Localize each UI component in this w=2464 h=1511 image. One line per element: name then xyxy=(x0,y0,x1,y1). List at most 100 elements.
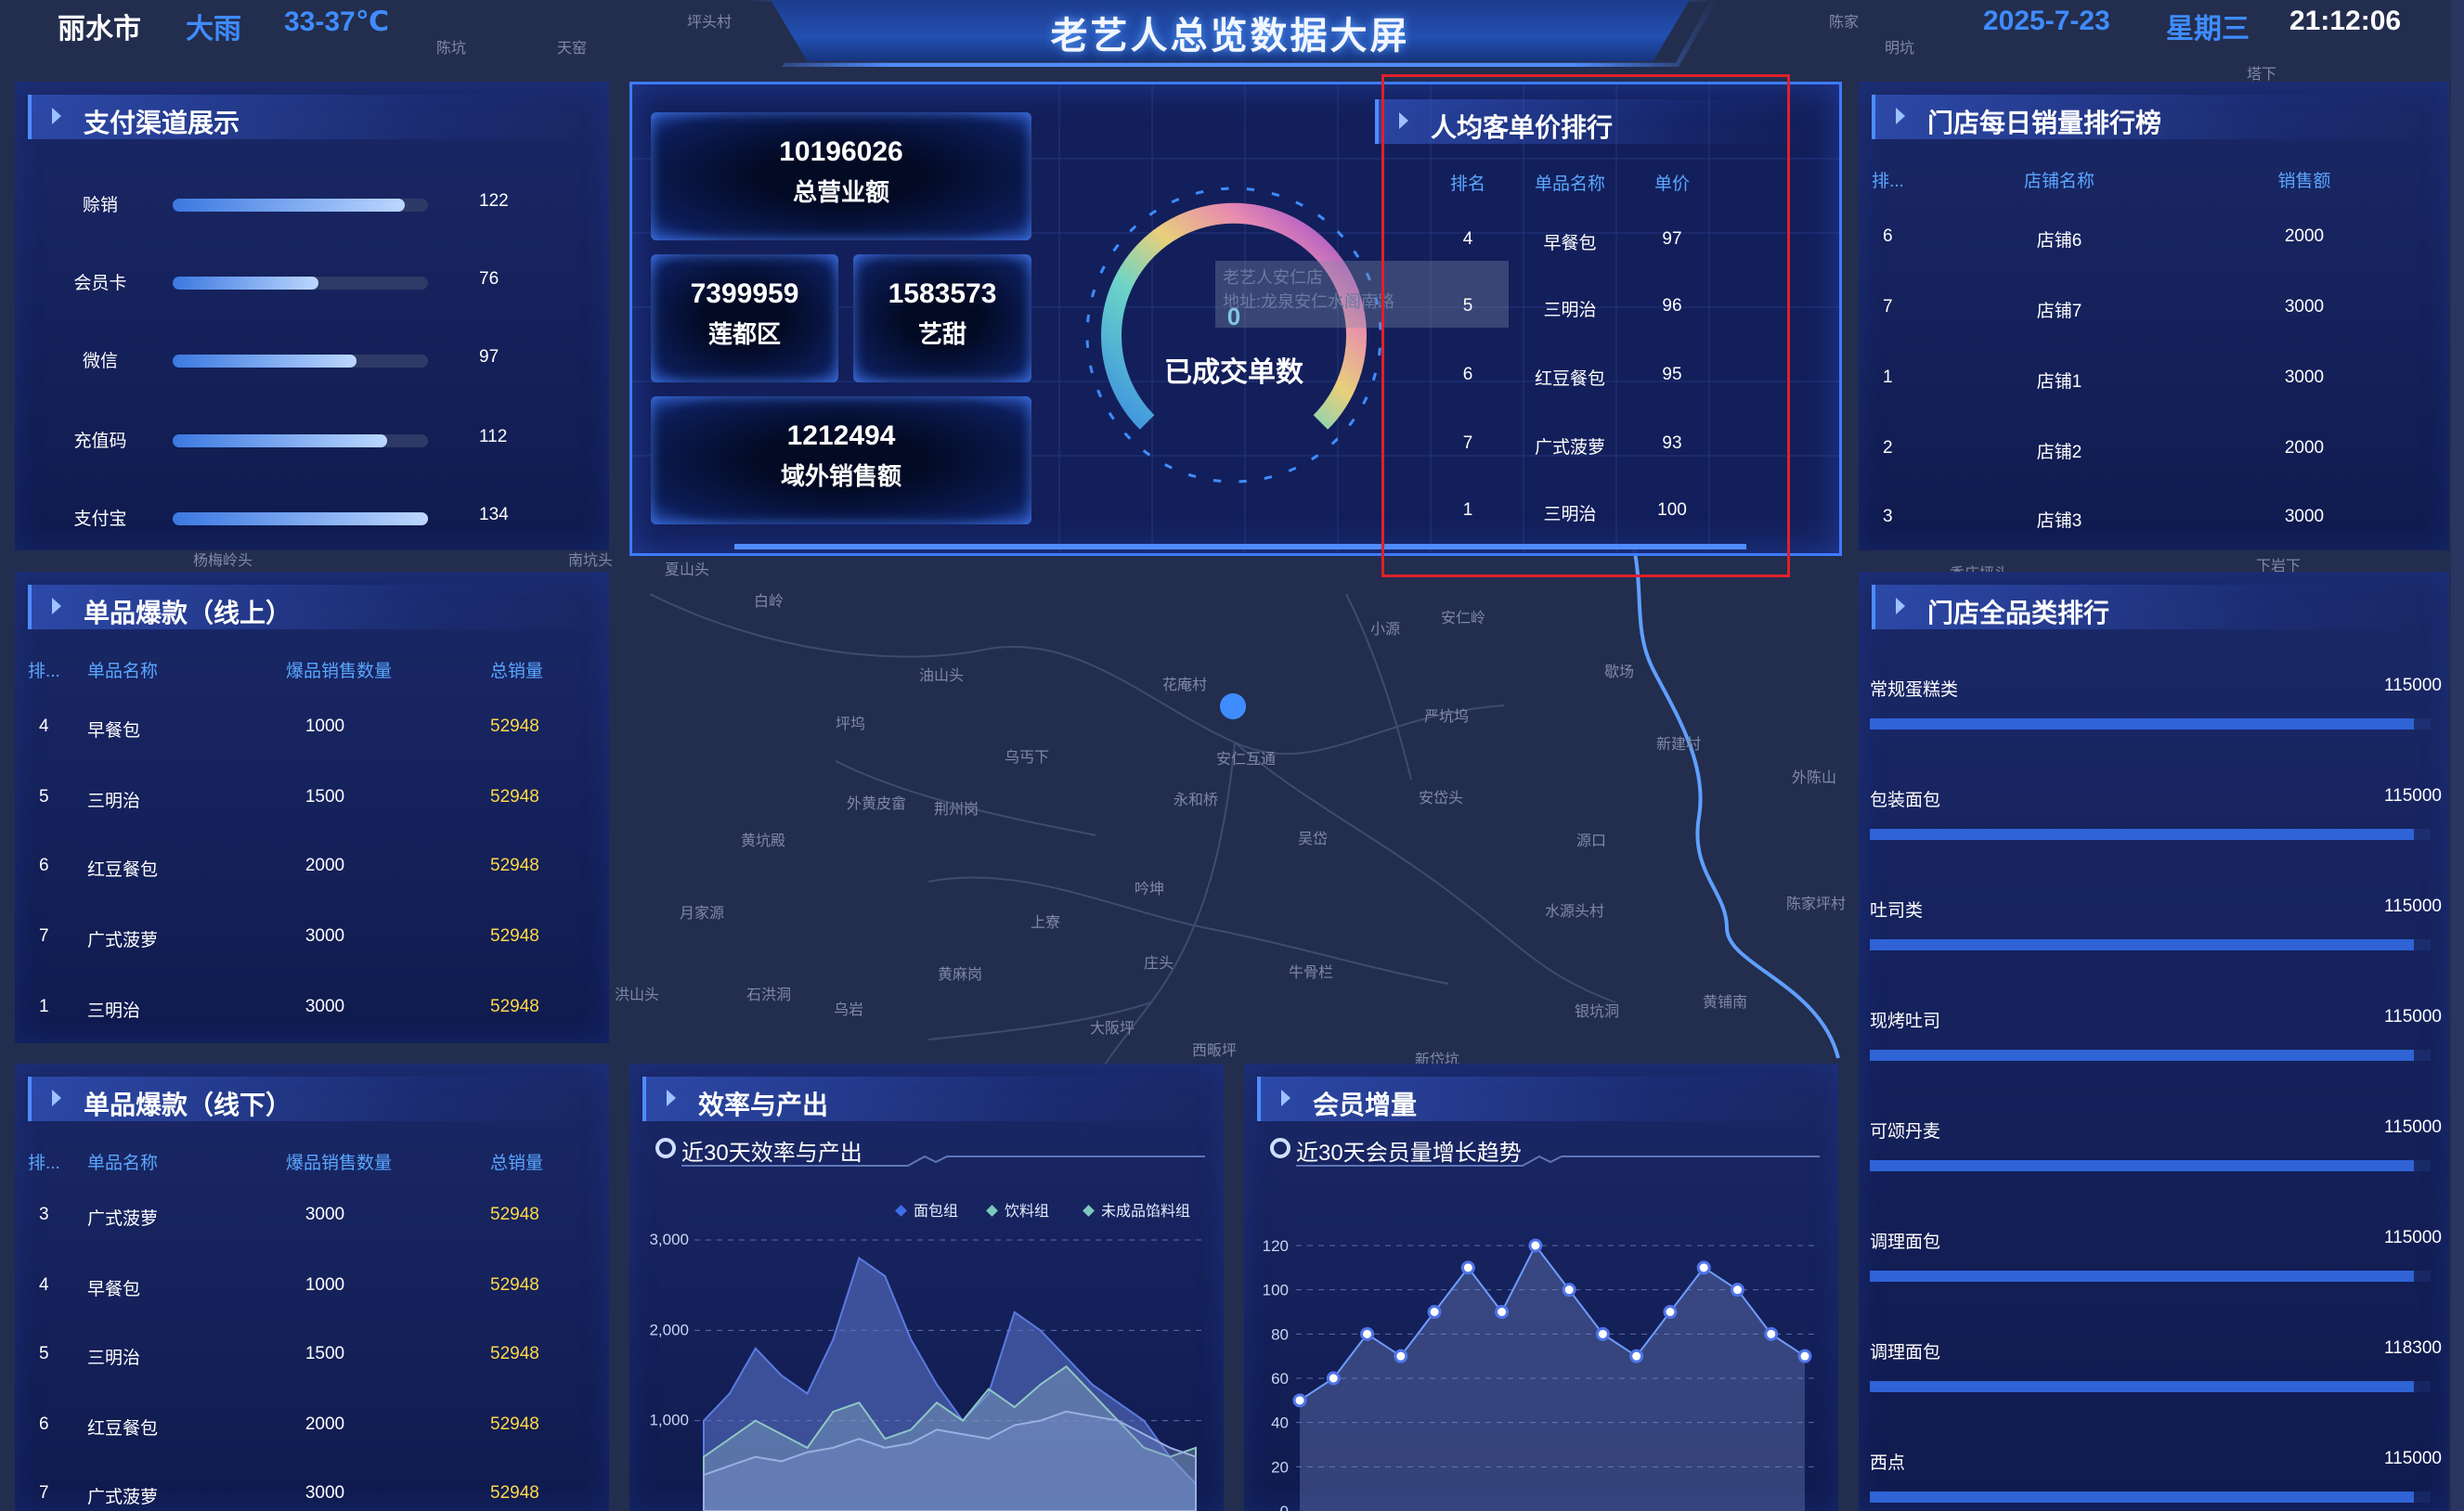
data-point[interactable] xyxy=(1495,1305,1510,1319)
member-chart[interactable]: 0 20 40 60 80 100 120 xyxy=(1244,1064,1838,1511)
y-tick-label: 120 xyxy=(1263,1237,1289,1255)
table-row[interactable]: 6 红豆餐包 2000 52948 xyxy=(15,856,609,884)
payment-row[interactable]: 充值码 112 xyxy=(15,427,609,455)
table-row[interactable]: 1 店铺1 3000 xyxy=(1859,368,2449,395)
table-header-cell[interactable]: 总销量 xyxy=(490,657,543,682)
map-label: 月家源 xyxy=(680,906,725,922)
kpi-overseas[interactable]: 1212494 域外销售额 xyxy=(651,396,1031,524)
category-name: 常规蛋糕类 xyxy=(1870,680,1959,700)
map-label: 荆州岗 xyxy=(934,802,979,818)
table-cell: 3000 xyxy=(305,926,345,946)
map-label: 黄麻岗 xyxy=(938,967,983,983)
data-point[interactable] xyxy=(1460,1260,1475,1275)
kpi-value: 10196026 xyxy=(779,136,903,167)
table-cell: 1500 xyxy=(305,1344,345,1363)
payment-row[interactable]: 微信 97 xyxy=(15,347,609,375)
y-tick-label: 3,000 xyxy=(649,1231,689,1248)
caret-right-icon xyxy=(52,108,61,124)
table-cell: 广式菠萝 xyxy=(87,931,159,950)
data-point[interactable] xyxy=(1394,1349,1408,1363)
table-row[interactable]: 4 早餐包 1000 52948 xyxy=(15,1275,609,1303)
data-point[interactable] xyxy=(1764,1326,1779,1341)
payment-bar-fill xyxy=(173,355,357,368)
data-point[interactable] xyxy=(1427,1305,1442,1319)
table-row[interactable]: 7 广式菠萝 3000 52948 xyxy=(15,1483,609,1511)
data-point[interactable] xyxy=(1292,1393,1307,1408)
map-label: 坪坞 xyxy=(836,717,866,732)
table-header-cell[interactable]: 销售额 xyxy=(2258,167,2351,192)
category-bar-fill xyxy=(1870,939,2414,950)
table-cell: 52948 xyxy=(490,1344,539,1363)
table-row[interactable]: 7 广式菠萝 3000 52948 xyxy=(15,926,609,954)
category-value: 115000 xyxy=(2384,786,2442,806)
table-cell: 52948 xyxy=(490,787,539,807)
y-tick-label: 20 xyxy=(1271,1458,1289,1476)
map-label: 安仁岭 xyxy=(1441,611,1486,626)
table-header-cell[interactable]: 排... xyxy=(28,657,60,682)
legend-label[interactable]: 饮料组 xyxy=(1005,1203,1049,1220)
table-row[interactable]: 3 店铺3 3000 xyxy=(1859,507,2449,535)
category-bar-track[interactable] xyxy=(1870,939,2431,950)
table-row[interactable]: 5 三明治 1500 52948 xyxy=(15,1344,609,1372)
category-bar-track[interactable] xyxy=(1870,1271,2431,1282)
map-label: 杨梅岭头 xyxy=(193,553,253,569)
table-cell: 52948 xyxy=(490,1205,539,1224)
deal-count-gauge[interactable] xyxy=(1076,177,1392,493)
data-point[interactable] xyxy=(1663,1305,1678,1319)
table-header-cell[interactable]: 排... xyxy=(28,1149,60,1174)
table-row[interactable]: 7 店铺7 3000 xyxy=(1859,297,2449,325)
table-header-cell[interactable]: 单品名称 xyxy=(87,1149,158,1174)
table-row[interactable]: 3 广式菠萝 3000 52948 xyxy=(15,1205,609,1233)
category-value: 115000 xyxy=(2384,1117,2442,1137)
data-point[interactable] xyxy=(1696,1260,1711,1275)
data-point[interactable] xyxy=(1629,1349,1644,1363)
panel-header: 门店全品类排行 xyxy=(1872,585,2436,629)
data-point[interactable] xyxy=(1360,1326,1375,1341)
category-bar-track[interactable] xyxy=(1870,718,2431,730)
data-point[interactable] xyxy=(1562,1283,1576,1298)
category-bar-track[interactable] xyxy=(1870,1160,2431,1171)
table-row[interactable]: 1 三明治 3000 52948 xyxy=(15,997,609,1025)
kpi-liandu[interactable]: 7399959 莲都区 xyxy=(651,254,838,382)
table-header-cell[interactable]: 排... xyxy=(1872,167,1904,192)
payment-row[interactable]: 支付宝 134 xyxy=(15,505,609,533)
map-label: 小源 xyxy=(1370,622,1401,638)
payment-row[interactable]: 赊销 122 xyxy=(15,191,609,219)
map-label: 水源头村 xyxy=(1545,904,1605,920)
table-row[interactable]: 6 店铺6 2000 xyxy=(1859,226,2449,254)
panel-title: 单品爆款（线上） xyxy=(84,599,292,627)
table-cell: 3000 xyxy=(2284,297,2325,316)
table-cell: 店铺2 xyxy=(2036,443,2082,462)
efficiency-chart[interactable]: 1,000 2,000 3,000 面包组 饮料组 未成品馅料组 xyxy=(629,1064,1224,1511)
data-point[interactable] xyxy=(1326,1371,1341,1386)
payment-bar-track xyxy=(173,512,428,525)
category-bar-track[interactable] xyxy=(1870,1381,2431,1392)
table-header-cell[interactable]: 总销量 xyxy=(490,1149,543,1174)
kpi-yitian[interactable]: 1583573 艺甜 xyxy=(853,254,1031,382)
table-row[interactable]: 4 早餐包 1000 52948 xyxy=(15,717,609,744)
table-row[interactable]: 5 三明治 1500 52948 xyxy=(15,787,609,815)
panel-title: 单品爆款（线下） xyxy=(84,1091,292,1119)
data-point[interactable] xyxy=(1797,1349,1812,1363)
category-bar-track[interactable] xyxy=(1870,829,2431,840)
table-row[interactable]: 2 店铺2 2000 xyxy=(1859,438,2449,466)
data-point[interactable] xyxy=(1730,1283,1744,1298)
data-point[interactable] xyxy=(1528,1238,1543,1253)
map-label: 大阪坪 xyxy=(1090,1021,1135,1037)
current-date: 2025-7-23 xyxy=(1983,6,2110,36)
table-header-cell[interactable]: 爆品销售数量 xyxy=(286,1149,392,1174)
data-point[interactable] xyxy=(1595,1326,1610,1341)
legend-label[interactable]: 面包组 xyxy=(914,1203,958,1220)
table-header-cell[interactable]: 爆品销售数量 xyxy=(286,657,392,682)
table-header-cell[interactable]: 单品名称 xyxy=(87,657,158,682)
payment-label: 赊销 xyxy=(82,196,118,215)
table-row[interactable]: 6 红豆餐包 2000 52948 xyxy=(15,1414,609,1442)
kpi-total-revenue[interactable]: 10196026 总营业额 xyxy=(651,112,1031,240)
legend-label[interactable]: 未成品馅料组 xyxy=(1101,1203,1190,1220)
category-bar-track[interactable] xyxy=(1870,1492,2431,1503)
category-bar-track[interactable] xyxy=(1870,1050,2431,1061)
table-header-cell[interactable]: 店铺名称 xyxy=(2004,167,2115,192)
payment-bar-track xyxy=(173,434,428,447)
payment-row[interactable]: 会员卡 76 xyxy=(15,269,609,297)
table-cell: 52948 xyxy=(490,1414,539,1434)
